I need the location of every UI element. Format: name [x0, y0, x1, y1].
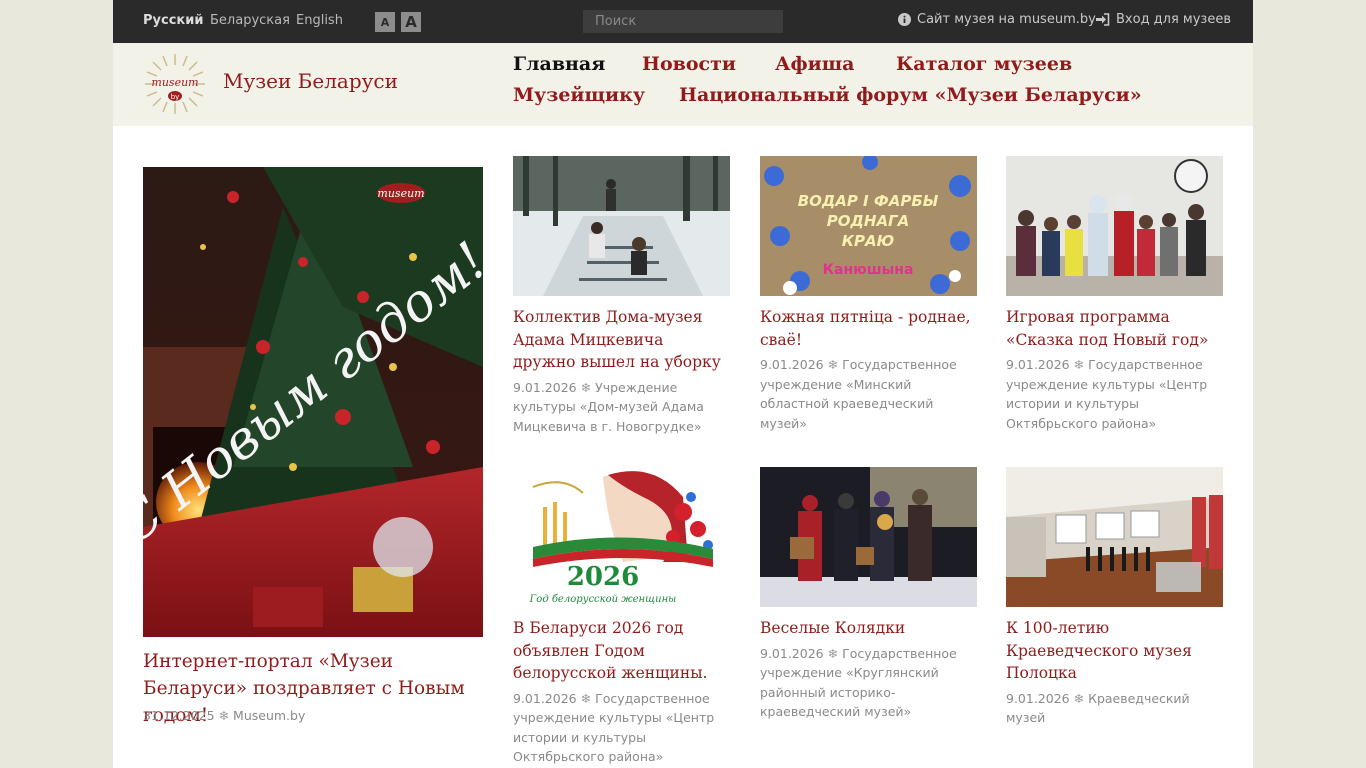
site-header: museum by Музеи Беларуси Главная Новости… [113, 43, 1253, 126]
news-image-caption: Год белорусской женщины [529, 594, 677, 605]
info-icon [898, 13, 911, 26]
museum-site-link-label: Сайт музея на museum.by [917, 12, 1096, 27]
featured-date: 31.12.2025 [143, 708, 215, 723]
news-meta: 9.01.2026 ❄ Государственное учреждение «… [760, 355, 977, 433]
news-meta: 9.01.2026 ❄ Учреждение культуры «Дом-муз… [513, 378, 730, 437]
news-meta: 9.01.2026 ❄ Государственное учреждение к… [1006, 355, 1223, 433]
news-title[interactable]: К 100-летию Краеведческого музея Полоцка [1006, 617, 1223, 685]
news-title[interactable]: Веселые Колядки [760, 617, 977, 640]
lang-russian[interactable]: Русский [143, 13, 203, 28]
news-image[interactable] [1006, 156, 1223, 296]
news-image-text-line2: РОДНАГА [827, 212, 909, 230]
snowflake-icon: ❄ [1073, 357, 1085, 372]
news-date: 9.01.2026 [1006, 357, 1070, 372]
news-image[interactable] [1006, 467, 1223, 607]
news-card: Веселые Колядки 9.01.2026 ❄ Государствен… [760, 467, 977, 722]
font-large-icon: A [405, 13, 417, 31]
news-image-text-line1: ВОДАР І ФАРБЫ [798, 192, 939, 210]
news-date: 9.01.2026 [513, 379, 577, 395]
news-image[interactable]: 2026 Год белорусской женщины [513, 467, 730, 607]
snowflake-icon: ❄ [827, 357, 839, 372]
news-card: 2026 Год белорусской женщины В Беларуси … [513, 467, 730, 767]
sign-in-icon [1096, 13, 1110, 26]
news-card: ВОДАР І ФАРБЫ РОДНАГА КРАЮ Канюшына Кожн… [760, 156, 977, 433]
login-link[interactable]: Вход для музеев [1095, 12, 1231, 27]
search-input[interactable] [583, 10, 783, 33]
font-increase-button[interactable]: A [401, 12, 421, 32]
news-meta: 9.01.2026 ❄ Краеведческий музей [1006, 689, 1223, 728]
news-title[interactable]: В Беларуси 2026 год объявлен Годом белор… [513, 617, 730, 685]
login-link-label: Вход для музеев [1116, 12, 1232, 27]
nav-museum-catalog[interactable]: Каталог музеев [896, 53, 1072, 75]
snowflake-icon: ❄ [218, 708, 230, 723]
museum-site-link[interactable]: Сайт музея на museum.by [898, 12, 1096, 27]
news-image-caption: Канюшына [823, 262, 914, 278]
news-image[interactable] [513, 156, 730, 296]
news-card: К 100-летию Краеведческого музея Полоцка… [1006, 467, 1223, 728]
nav-for-museum-workers[interactable]: Музейщику [513, 84, 645, 106]
news-image-text: 2026 [567, 562, 639, 592]
font-decrease-button[interactable]: A [375, 12, 395, 32]
news-title[interactable]: Игровая программа «Сказка под Новый год» [1006, 306, 1223, 351]
news-title[interactable]: Кожная пятніца - роднае, сваё! [760, 306, 977, 351]
featured-source: Museum.by [233, 708, 306, 723]
news-image[interactable] [760, 467, 977, 607]
news-meta: 9.01.2026 ❄ Государственное учреждение к… [513, 689, 730, 767]
lang-belarusian[interactable]: Беларуская [210, 13, 290, 28]
featured-image[interactable]: С Новым годом! museum [143, 167, 483, 637]
page-container: Русский Беларуская English A A Сайт музе… [113, 0, 1253, 768]
site-name[interactable]: Музеи Беларуси [223, 69, 398, 93]
featured-image-logo: museum [377, 187, 424, 200]
news-card: Игровая программа «Сказка под Новый год»… [1006, 156, 1223, 433]
logo-by: by [171, 93, 180, 101]
news-image-text-line3: КРАЮ [842, 232, 894, 250]
news-meta: 9.01.2026 ❄ Государственное учреждение «… [760, 644, 977, 722]
news-card: Коллектив Дома-музея Адама Мицкевича дру… [513, 156, 730, 436]
snowflake-icon: ❄ [580, 379, 592, 395]
news-date: 9.01.2026 [513, 690, 577, 706]
top-bar: Русский Беларуская English A A Сайт музе… [113, 0, 1253, 43]
logo-wordmark: museum [151, 76, 198, 89]
nav-national-forum[interactable]: Национальный форум «Музеи Беларуси» [679, 84, 1142, 106]
news-date: 9.01.2026 [1006, 690, 1070, 706]
nav-home[interactable]: Главная [513, 53, 605, 75]
news-title[interactable]: Коллектив Дома-музея Адама Мицкевича дру… [513, 306, 730, 374]
lang-english[interactable]: English [296, 13, 343, 28]
snowflake-icon: ❄ [827, 645, 839, 661]
news-image[interactable]: ВОДАР І ФАРБЫ РОДНАГА КРАЮ Канюшына [760, 156, 977, 296]
featured-meta: 31.12.2025 ❄ Museum.by [143, 706, 305, 726]
nav-events[interactable]: Афиша [775, 53, 854, 75]
museum-logo[interactable]: museum by [143, 52, 207, 116]
nav-news[interactable]: Новости [642, 53, 736, 75]
font-small-icon: A [380, 16, 390, 29]
news-date: 9.01.2026 [760, 357, 824, 372]
snowflake-icon: ❄ [580, 690, 592, 706]
snowflake-icon: ❄ [1073, 690, 1085, 706]
news-date: 9.01.2026 [760, 645, 824, 661]
